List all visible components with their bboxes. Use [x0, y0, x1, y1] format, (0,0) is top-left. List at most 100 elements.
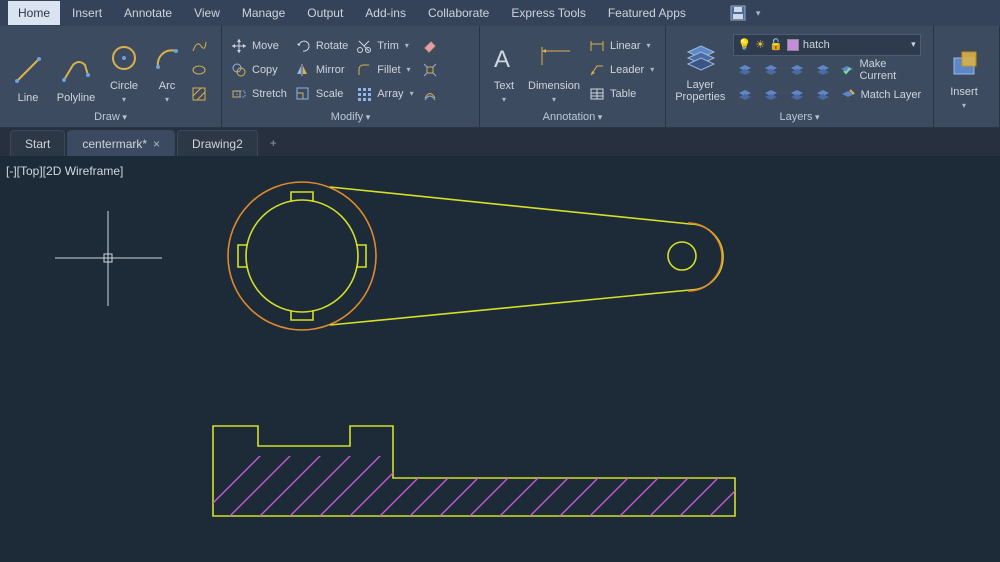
line-button[interactable]: Line [6, 34, 50, 106]
layers-brush-icon [839, 86, 857, 104]
match-layer-button[interactable]: Match Layer [837, 84, 927, 106]
close-icon[interactable]: × [153, 137, 160, 151]
layer-unlock-button[interactable] [811, 84, 835, 106]
layers-stack-icon [788, 86, 806, 104]
chevron-down-icon: ▾ [122, 95, 126, 104]
layers-stack-icon [736, 61, 754, 79]
ellipse-button[interactable] [188, 59, 213, 81]
table-button[interactable]: Table [586, 83, 659, 105]
circle-button[interactable]: Circle ▾ [102, 34, 146, 106]
erase-icon [421, 37, 439, 55]
line-icon [12, 51, 44, 89]
scale-button[interactable]: Scale [292, 83, 353, 105]
tab-addins[interactable]: Add-ins [355, 1, 416, 25]
offset-button[interactable] [419, 83, 444, 105]
layer-iso-button[interactable] [759, 59, 783, 81]
tab-insert[interactable]: Insert [62, 1, 112, 25]
rotate-icon [294, 37, 312, 55]
make-current-button[interactable]: Make Current [837, 59, 927, 81]
hatch-icon [190, 85, 208, 103]
spline-button[interactable] [188, 35, 213, 57]
layers-stack-icon [762, 86, 780, 104]
move-icon [230, 37, 248, 55]
linear-icon [588, 37, 606, 55]
layer-thaw-button[interactable] [785, 84, 809, 106]
tab-home[interactable]: Home [8, 1, 60, 25]
layers-panel-title[interactable]: Layers [779, 111, 819, 123]
layer-color-swatch [787, 39, 799, 51]
drawing-area[interactable]: [-][Top][2D Wireframe] [0, 156, 1000, 562]
layer-properties-icon [684, 38, 716, 76]
tab-view[interactable]: View [184, 1, 230, 25]
layer-properties-button[interactable]: Layer Properties [672, 34, 729, 106]
trim-button[interactable]: Trim [353, 35, 418, 57]
text-button[interactable]: A Text ▾ [486, 34, 522, 106]
model-geometry [0, 156, 1000, 562]
layers-stack-icon [762, 61, 780, 79]
fillet-button[interactable]: Fillet [353, 59, 418, 81]
scale-icon [294, 85, 312, 103]
layer-off-button[interactable] [733, 59, 757, 81]
dropdown-arrow-icon[interactable]: ▾ [756, 8, 761, 19]
text-icon: A [488, 39, 520, 77]
chevron-down-icon: ▾ [502, 95, 506, 104]
copy-button[interactable]: Copy [228, 59, 292, 81]
chevron-down-icon: ▾ [962, 101, 966, 110]
leader-button[interactable]: Leader [586, 59, 659, 81]
rotate-button[interactable]: Rotate [292, 35, 353, 57]
mirror-button[interactable]: Mirror [292, 59, 353, 81]
dimension-icon [538, 39, 570, 77]
file-tab-drawing2[interactable]: Drawing2 [177, 130, 258, 156]
array-icon [355, 85, 373, 103]
tab-express-tools[interactable]: Express Tools [501, 1, 595, 25]
arc-button[interactable]: Arc ▾ [150, 34, 184, 106]
arc-icon [151, 39, 183, 77]
insert-icon [948, 45, 980, 83]
annotation-panel-title[interactable]: Annotation [543, 111, 603, 123]
mirror-icon [294, 61, 312, 79]
copy-icon [230, 61, 248, 79]
linear-button[interactable]: Linear [586, 35, 659, 57]
stretch-button[interactable]: Stretch [228, 83, 292, 105]
ribbon: Line Polyline Circle ▾ Arc ▾ Draw [0, 26, 1000, 128]
move-button[interactable]: Move [228, 35, 292, 57]
new-file-tab-button[interactable]: + [260, 130, 287, 156]
table-icon [588, 85, 606, 103]
modify-panel-title[interactable]: Modify [331, 111, 370, 123]
svg-text:A: A [494, 46, 510, 73]
explode-icon [421, 61, 439, 79]
file-tab-centermark[interactable]: centermark*× [67, 130, 175, 156]
file-tab-start[interactable]: Start [10, 130, 65, 156]
tab-annotate[interactable]: Annotate [114, 1, 182, 25]
layers-check-icon [839, 61, 856, 79]
tab-manage[interactable]: Manage [232, 1, 295, 25]
polyline-icon [60, 51, 92, 89]
layers-stack-icon [814, 61, 832, 79]
layer-uniso-button[interactable] [759, 84, 783, 106]
dimension-button[interactable]: Dimension ▾ [526, 34, 582, 106]
offset-icon [421, 85, 439, 103]
layers-stack-icon [736, 86, 754, 104]
ribbon-tab-strip: Home Insert Annotate View Manage Output … [0, 0, 1000, 26]
hatch-button[interactable] [188, 83, 213, 105]
layer-on-button[interactable] [733, 84, 757, 106]
tab-featured-apps[interactable]: Featured Apps [598, 1, 696, 25]
save-icon[interactable] [728, 3, 748, 23]
erase-button[interactable] [419, 35, 444, 57]
layer-dropdown[interactable]: 💡 ☀ 🔓 hatch ▾ [733, 34, 921, 56]
draw-panel-title[interactable]: Draw [94, 111, 127, 123]
tab-output[interactable]: Output [297, 1, 353, 25]
file-tab-strip: Start centermark*× Drawing2 + [0, 128, 1000, 156]
circle-icon [108, 39, 140, 77]
array-button[interactable]: Array [353, 83, 418, 105]
fillet-icon [355, 61, 373, 79]
explode-button[interactable] [419, 59, 444, 81]
layer-lock-button[interactable] [811, 59, 835, 81]
current-layer-name: hatch [803, 39, 907, 51]
insert-block-button[interactable]: Insert ▾ [940, 40, 988, 112]
bulb-icon: 💡 [738, 38, 752, 51]
tab-collaborate[interactable]: Collaborate [418, 1, 499, 25]
layer-freeze-button[interactable] [785, 59, 809, 81]
ellipse-icon [190, 61, 208, 79]
polyline-button[interactable]: Polyline [54, 34, 98, 106]
